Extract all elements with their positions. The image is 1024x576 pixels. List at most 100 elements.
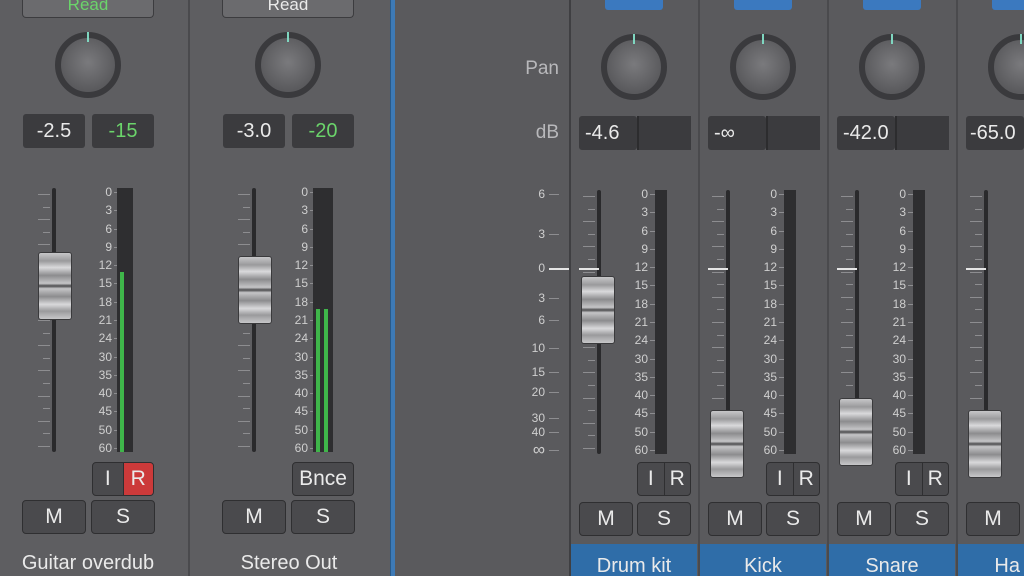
volume-display[interactable]: -∞ [708, 116, 766, 150]
channel-name[interactable]: Kick [700, 544, 826, 576]
fader-tick [717, 359, 724, 361]
mute-button[interactable]: M [708, 502, 762, 536]
mute-button[interactable]: M [222, 500, 286, 534]
volume-fader[interactable] [38, 251, 72, 320]
peak-display[interactable] [637, 116, 691, 150]
fader-tick [38, 370, 50, 372]
channel-name[interactable]: Stereo Out [190, 552, 388, 575]
fader-tick [841, 347, 853, 349]
solo-button[interactable]: S [291, 500, 355, 534]
meter-scale-label: 35 [634, 369, 648, 384]
fader-tick [846, 309, 853, 311]
input-monitor-button[interactable]: I [93, 463, 123, 495]
mixer-left-panel: Read -2.5 -15 0 3 6 9 12 15 18 21 24 30 35 40 45 50 60… [0, 0, 392, 576]
fader-tick [712, 196, 724, 197]
main-scale-label: 6 [538, 187, 545, 201]
fader-tick [238, 194, 250, 195]
volume-fader[interactable] [238, 256, 272, 324]
fader-tick [588, 208, 595, 210]
meter-scale-label: 9 [105, 239, 112, 254]
fader-tick [243, 383, 250, 384]
channel-name[interactable]: Ha [958, 544, 1024, 576]
meter-scale-label: 40 [763, 388, 777, 403]
pan-indicator [633, 34, 635, 44]
fader-tick [238, 244, 250, 246]
meter-scale-label: 3 [301, 203, 308, 218]
channel-strip-snare: -42.0 0 3 6 9 12 15 18 21 24 30 35 40 45 50 60 I R M S… [829, 0, 956, 576]
mute-button[interactable]: M [22, 500, 86, 534]
volume-fader[interactable] [839, 397, 873, 466]
pan-knob[interactable] [55, 32, 121, 98]
pan-knob[interactable] [601, 34, 667, 100]
automation-mode-button[interactable] [863, 0, 921, 10]
fader-tick [712, 347, 724, 349]
meter-scale-label: 45 [294, 404, 308, 419]
peak-display[interactable]: -20 [292, 114, 354, 148]
peak-display[interactable]: -15 [92, 114, 154, 148]
fader-tick [238, 345, 250, 347]
meter-scale-label: 0 [301, 185, 308, 199]
fader-tick [43, 433, 50, 435]
meter-scale-label: 18 [763, 296, 777, 311]
pan-knob[interactable] [730, 34, 796, 100]
meter-scale-label: 15 [294, 276, 308, 291]
mute-button[interactable]: M [579, 502, 633, 536]
pan-knob[interactable] [255, 32, 321, 98]
pan-knob[interactable] [988, 34, 1024, 100]
volume-display[interactable]: -65.0 [966, 116, 1024, 150]
channel-name[interactable]: Snare [829, 544, 955, 576]
meter-scale-label: 9 [899, 241, 906, 256]
mute-button[interactable]: M [837, 502, 891, 536]
fader-tick [712, 372, 724, 374]
fader-tick [43, 332, 50, 334]
volume-fader[interactable] [968, 410, 1002, 478]
fader-tick [583, 372, 595, 374]
volume-fader[interactable] [710, 410, 744, 478]
record-enable-button[interactable]: R [663, 463, 691, 495]
fader-tick [970, 221, 982, 223]
automation-mode-button[interactable]: Read [222, 0, 354, 18]
channel-strip-stereo-out: Read -3.0 -20 0 3 6 9 12 15 18 21 24 30 35 40 45 50 60… [190, 0, 390, 576]
automation-mode-button[interactable] [734, 0, 792, 10]
pan-knob[interactable] [859, 34, 925, 100]
solo-button[interactable]: S [766, 502, 820, 536]
input-monitor-button[interactable]: I [638, 463, 664, 495]
volume-display[interactable]: -3.0 [223, 114, 285, 148]
peak-display[interactable] [895, 116, 949, 150]
fader-tick [38, 345, 50, 347]
channel-name[interactable]: Drum kit [571, 544, 697, 576]
fader-tick [970, 296, 982, 298]
solo-button[interactable]: S [91, 500, 155, 534]
input-monitor-button[interactable]: I [896, 463, 922, 495]
fader-tick [588, 410, 595, 412]
fader-tick [583, 422, 595, 424]
fader-tick [583, 221, 595, 223]
record-enable-button[interactable]: R [792, 463, 820, 495]
input-monitor-button[interactable]: I [767, 463, 793, 495]
record-enable-button[interactable]: R [921, 463, 949, 495]
volume-display[interactable]: -42.0 [837, 116, 895, 150]
automation-mode-button[interactable]: Read [22, 0, 154, 18]
peak-display[interactable] [766, 116, 820, 150]
bounce-button[interactable]: Bnce [292, 462, 354, 496]
channel-strip-ha: -65.0 M Ha [958, 0, 1024, 576]
fader-tick [712, 322, 724, 323]
fader-tick [970, 372, 982, 374]
fader-tick [38, 219, 50, 221]
automation-mode-button[interactable] [605, 0, 663, 10]
fader-tick [238, 395, 250, 397]
automation-mode-button[interactable] [992, 0, 1024, 10]
mute-button[interactable]: M [966, 502, 1020, 536]
solo-button[interactable]: S [895, 502, 949, 536]
main-scale-tick [549, 234, 559, 235]
meter-scale-label: 15 [892, 278, 906, 293]
record-enable-button[interactable]: R [122, 463, 153, 495]
volume-fader[interactable] [581, 276, 615, 345]
channel-name[interactable]: Guitar overdub [0, 552, 176, 575]
fader-tick [38, 446, 50, 447]
solo-button[interactable]: S [637, 502, 691, 536]
fader-tick [970, 271, 982, 273]
volume-display[interactable]: -4.6 [579, 116, 637, 150]
meter-scale-label: 45 [98, 404, 112, 419]
volume-display[interactable]: -2.5 [23, 114, 85, 148]
